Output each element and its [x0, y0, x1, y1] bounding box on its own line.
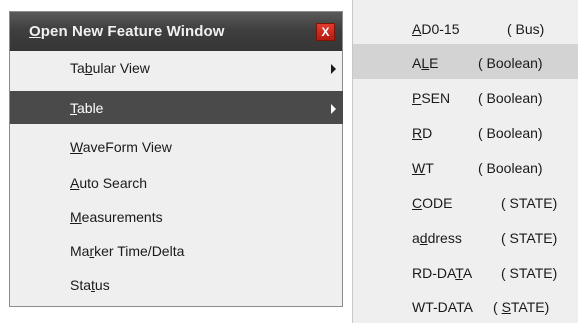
menu-title[interactable]: Open New Feature Window [29, 23, 225, 40]
signal-type: ( STATE) [493, 299, 550, 315]
menu-item-waveform-view[interactable]: WaveForm View [10, 130, 343, 163]
table-submenu: AD0-15 ( Bus) ALE ( Boolean) PSEN ( Bool… [352, 0, 578, 323]
submenu-item-address[interactable]: address ( STATE) [353, 219, 578, 254]
signal-type: ( STATE) [501, 195, 558, 211]
submenu-item-rd-data[interactable]: RD-DATA ( STATE) [353, 254, 578, 289]
menu-item-auto-search[interactable]: Auto Search [10, 166, 343, 199]
submenu-item-ale[interactable]: ALE ( Boolean) [353, 44, 578, 79]
signal-name: RD-DATA [412, 265, 473, 281]
menu-item-marker-time-delta[interactable]: Marker Time/Delta [10, 234, 343, 267]
close-button[interactable]: X [316, 23, 335, 41]
signal-type: ( Boolean) [478, 125, 543, 141]
submenu-arrow-icon [331, 64, 336, 74]
menu-item-label: Marker Time/Delta [70, 243, 185, 259]
signal-name: CODE [412, 195, 453, 211]
submenu-item-wt-data[interactable]: WT-DATA ( STATE) [353, 288, 578, 323]
menu-item-table[interactable]: Table [10, 91, 343, 124]
menu-item-label: Tabular View [70, 60, 150, 76]
signal-name: WT-DATA [412, 299, 473, 315]
menu-item-tabular-view[interactable]: Tabular View [10, 51, 343, 84]
submenu-arrow-icon [331, 104, 336, 114]
submenu-item-psen[interactable]: PSEN ( Boolean) [353, 79, 578, 114]
feature-window-menu: Open New Feature Window X Tabular View T… [9, 11, 343, 307]
submenu-item-rd[interactable]: RD ( Boolean) [353, 114, 578, 149]
signal-name: WT [412, 160, 434, 176]
menu-item-label: WaveForm View [70, 139, 172, 155]
close-icon: X [321, 25, 330, 39]
signal-type: ( Boolean) [478, 90, 543, 106]
menu-header: Open New Feature Window X [10, 12, 342, 51]
signal-type: ( STATE) [501, 265, 558, 281]
signal-name: PSEN [412, 90, 451, 106]
menu-item-label: Status [70, 277, 110, 293]
submenu-item-wt[interactable]: WT ( Boolean) [353, 149, 578, 184]
menu-item-measurements[interactable]: Measurements [10, 200, 343, 233]
signal-type: ( Bus) [507, 21, 545, 37]
signal-name: RD [412, 125, 433, 141]
submenu-item-ad0-15[interactable]: AD0-15 ( Bus) [353, 10, 578, 45]
signal-type: ( STATE) [501, 230, 558, 246]
signal-type: ( Boolean) [478, 55, 543, 71]
signal-name: address [412, 230, 462, 246]
menu-item-label: Auto Search [70, 175, 148, 191]
signal-name: ALE [412, 55, 439, 71]
menu-item-label: Table [70, 100, 104, 116]
signal-type: ( Boolean) [478, 160, 543, 176]
signal-name: AD0-15 [412, 21, 460, 37]
menu-item-label: Measurements [70, 209, 163, 225]
menu-item-status[interactable]: Status [10, 268, 343, 301]
submenu-item-code[interactable]: CODE ( STATE) [353, 184, 578, 219]
